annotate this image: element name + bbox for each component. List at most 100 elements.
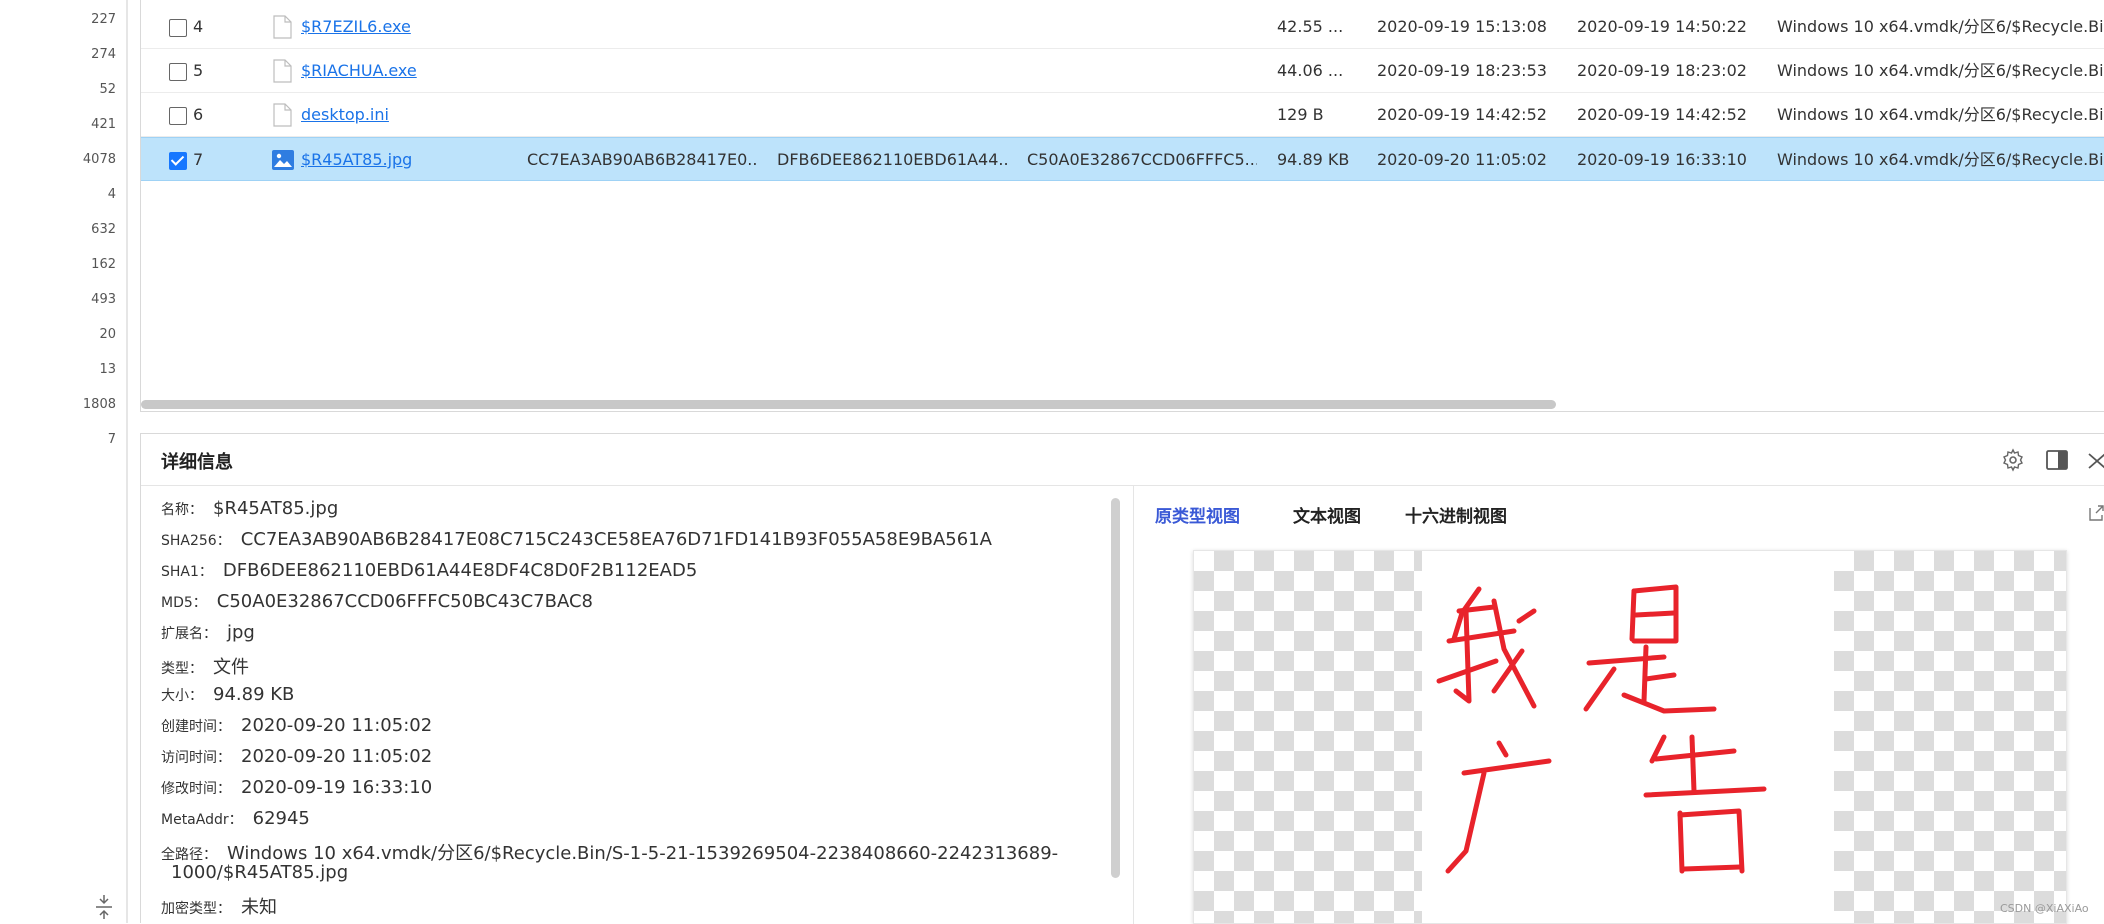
tab-text-view[interactable]: 文本视图 (1293, 502, 1361, 527)
modified-time: 2020-09-19 18:23:02 (1577, 61, 1747, 80)
count-label: 52 (99, 82, 116, 97)
table-row[interactable]: 4 $R7EZIL6.exe 42.55 ... 2020-09-19 15:1… (141, 5, 2104, 49)
count-label: 227 (91, 12, 116, 27)
prop-extension: 扩展名： jpg (161, 622, 255, 643)
count-label: 493 (91, 292, 116, 307)
prop-metaaddr: MetaAddr： 62945 (161, 808, 310, 829)
file-icon (271, 59, 293, 83)
prop-key: 扩展名： (161, 626, 217, 642)
file-icon (271, 103, 293, 127)
details-header: 详细信息 (141, 434, 2104, 486)
prop-type: 类型： 文件 (161, 653, 249, 679)
prop-sha256: SHA256： CC7EA3AB90AB6B28417E08C715C243CE5… (161, 529, 992, 550)
prop-created: 创建时间： 2020-09-20 11:05:02 (161, 715, 432, 736)
details-title: 详细信息 (161, 452, 233, 473)
row-index: 5 (193, 61, 204, 80)
file-path: Windows 10 x64.vmdk/分区6/$Recycle.Bin (1777, 17, 2104, 36)
file-path: Windows 10 x64.vmdk/分区6/$Recycle.Bin (1777, 150, 2104, 169)
row-index: 6 (193, 105, 204, 124)
prop-value: 未知 (241, 897, 277, 918)
file-name-link[interactable]: $R7EZIL6.exe (301, 5, 411, 49)
properties-list: 名称： $R45AT85.jpg SHA256： CC7EA3AB90AB6B284… (161, 498, 1161, 918)
prop-full-path-cont: 1000/$R45AT85.jpg (161, 862, 348, 883)
file-icon (271, 15, 293, 39)
prop-key: 修改时间： (161, 781, 231, 797)
table-row[interactable]: 5 $RIACHUA.exe 44.06 ... 2020-09-19 18:2… (141, 49, 2104, 93)
tab-hex-view[interactable]: 十六进制视图 (1405, 502, 1507, 527)
file-size: 129 B (1277, 105, 1324, 124)
export-icon[interactable] (2087, 504, 2104, 522)
prop-key: 大小： (161, 688, 203, 704)
prop-value: 62945 (252, 808, 310, 829)
properties-scrollbar[interactable] (1111, 498, 1120, 878)
prop-encryption: 加密类型： 未知 (161, 893, 277, 918)
prop-value: 2020-09-20 11:05:02 (241, 746, 433, 767)
prop-key: MD5： (161, 595, 207, 611)
gutter-scrollbar[interactable] (126, 0, 128, 923)
count-label: 274 (91, 47, 116, 62)
count-label: 4 (107, 187, 116, 202)
prop-key: SHA1： (161, 564, 213, 580)
file-name-link[interactable]: $RIACHUA.exe (301, 49, 417, 93)
prop-value: C50A0E32867CCD06FFFC50BC43C7BAC8 (216, 591, 593, 612)
file-size: 44.06 ... (1277, 61, 1344, 80)
gear-icon[interactable] (2001, 448, 2025, 472)
sha256-cell: CC7EA3AB90AB6B28417E0... (527, 150, 757, 169)
prop-key: 加密类型： (161, 901, 231, 917)
count-label: 13 (99, 362, 116, 377)
prop-modified: 修改时间： 2020-09-19 16:33:10 (161, 777, 432, 798)
count-label: 1808 (82, 397, 116, 412)
table-row[interactable]: 6 desktop.ini 129 B 2020-09-19 14:42:52 … (141, 93, 2104, 137)
prop-value: 文件 (213, 657, 249, 678)
prop-key: 类型： (161, 661, 203, 677)
created-time: 2020-09-19 14:42:52 (1377, 105, 1547, 124)
prop-value: 1000/$R45AT85.jpg (171, 862, 349, 883)
collapse-icon[interactable] (92, 895, 116, 919)
created-time: 2020-09-19 15:13:08 (1377, 17, 1547, 36)
row-checkbox[interactable] (169, 19, 187, 37)
row-checkbox-checked[interactable] (169, 152, 187, 170)
count-label: 632 (91, 222, 116, 237)
prop-value: 2020-09-19 16:33:10 (241, 777, 433, 798)
md5-cell: C50A0E32867CCD06FFFC5... (1027, 150, 1257, 169)
horizontal-scrollbar[interactable] (141, 400, 1556, 409)
prop-key: MetaAddr： (161, 812, 243, 828)
file-table: 4 $R7EZIL6.exe 42.55 ... 2020-09-19 15:1… (140, 0, 2104, 412)
count-label: 162 (91, 257, 116, 272)
prop-key: 名称： (161, 502, 203, 518)
split-panel-icon[interactable] (2045, 448, 2069, 472)
prop-name: 名称： $R45AT85.jpg (161, 498, 338, 519)
prop-value: 94.89 KB (213, 684, 295, 705)
prop-value: 2020-09-20 11:05:02 (241, 715, 433, 736)
details-panel: 详细信息 名称： $R45AT85.jpg SHA256： CC7EA3AB90AB… (140, 433, 2104, 924)
prop-value: DFB6DEE862110EBD61A44E8DF4C8D0F2B112EAD5 (222, 560, 698, 581)
file-path: Windows 10 x64.vmdk/分区6/$Recycle.Bin (1777, 105, 2104, 124)
count-label: 421 (91, 117, 116, 132)
prop-value: Windows 10 x64.vmdk/分区6/$Recycle.Bin/S-1… (227, 843, 1059, 864)
prop-value: $R45AT85.jpg (213, 498, 339, 519)
prop-key: 创建时间： (161, 719, 231, 735)
handwriting-image (1436, 584, 1767, 874)
created-time: 2020-09-19 18:23:53 (1377, 61, 1547, 80)
file-path: Windows 10 x64.vmdk/分区6/$Recycle.Bin (1777, 61, 2104, 80)
close-icon[interactable] (2085, 448, 2104, 472)
file-name-link[interactable]: desktop.ini (301, 93, 389, 137)
prop-key: 全路径： (161, 847, 217, 863)
row-index: 7 (193, 150, 204, 169)
file-size: 42.55 ... (1277, 17, 1344, 36)
prop-value: jpg (227, 622, 255, 643)
row-index: 4 (193, 17, 204, 36)
table-row-selected[interactable]: 7 $R45AT85.jpg CC7EA3AB90AB6B28417E0... … (141, 137, 2104, 181)
row-checkbox[interactable] (169, 107, 187, 125)
file-name-link[interactable]: $R45AT85.jpg (301, 138, 412, 182)
watermark: CSDN @XiAXiAo (2000, 902, 2089, 915)
count-label: 4078 (82, 152, 116, 167)
prop-key: 访问时间： (161, 750, 231, 766)
tab-original-view[interactable]: 原类型视图 (1155, 502, 1240, 527)
modified-time: 2020-09-19 16:33:10 (1577, 150, 1747, 169)
left-gutter: 227 274 52 421 4078 4 632 162 493 20 13 … (0, 0, 128, 923)
prop-key: SHA256： (161, 533, 231, 549)
prop-value: CC7EA3AB90AB6B28417E08C715C243CE58EA76D7… (240, 529, 992, 550)
image-preview (1193, 550, 2067, 924)
row-checkbox[interactable] (169, 63, 187, 81)
